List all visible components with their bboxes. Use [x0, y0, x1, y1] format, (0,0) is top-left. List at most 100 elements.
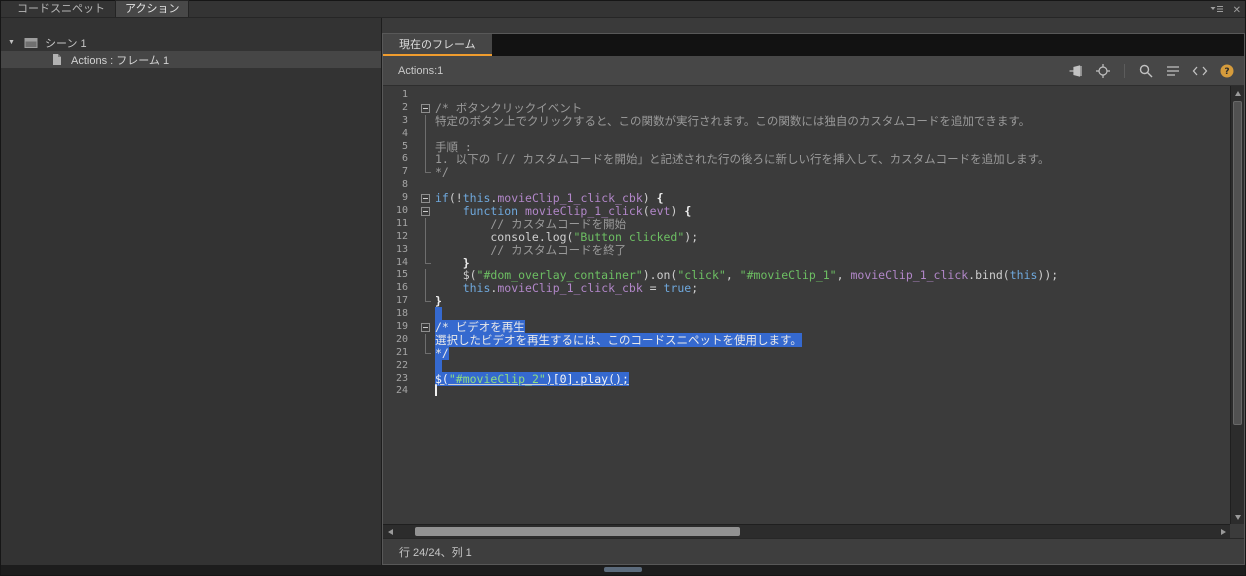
target-icon[interactable]	[1095, 63, 1111, 79]
fold-gutter	[417, 385, 435, 398]
line-number: 1	[401, 89, 408, 100]
code-area[interactable]: 1 2/* ボタンクリックイベント 3 特定のボタン上でクリックすると、この関数が実行…	[383, 86, 1230, 524]
close-icon[interactable]: ✕	[1233, 5, 1241, 17]
horizontal-scroll-thumb[interactable]	[415, 527, 740, 536]
line-number: 18	[395, 308, 408, 320]
line-number: 16	[395, 282, 408, 294]
tab-actions[interactable]: アクション	[115, 0, 190, 17]
line-number: 21	[395, 346, 408, 358]
format-icon[interactable]	[1165, 63, 1181, 79]
code-line[interactable]: 6 1. 以下の「// カスタムコードを開始」と記述された行の後ろに新しい行を挿入…	[389, 153, 1230, 167]
code-line[interactable]: 3 特定のボタン上でクリックすると、この関数が実行されます。この関数には独自のカス…	[389, 114, 1230, 128]
svg-text:?: ?	[1224, 67, 1229, 77]
tree-item-actions-frame[interactable]: Actions : フレーム 1	[1, 51, 381, 68]
fold-gutter	[417, 282, 435, 296]
fold-gutter	[417, 140, 435, 154]
code-lines: 1 2/* ボタンクリックイベント 3 特定のボタン上でクリックすると、この関数が実行…	[389, 89, 1230, 398]
text-cursor	[435, 385, 437, 397]
scroll-down-arrow[interactable]	[1231, 510, 1245, 524]
line-number: 9	[401, 192, 408, 204]
code-editor[interactable]: 1 2/* ボタンクリックイベント 3 特定のボタン上でクリックすると、この関数が実行…	[383, 86, 1244, 538]
scroll-up-arrow[interactable]	[1231, 86, 1245, 100]
fold-gutter	[417, 166, 435, 179]
line-number: 12	[395, 230, 408, 242]
fold-gutter	[417, 153, 435, 167]
fold-gutter	[417, 217, 435, 231]
help-icon[interactable]: ?	[1219, 63, 1235, 79]
expander-icon[interactable]: ▼	[8, 39, 17, 46]
tab-current-frame[interactable]: 現在のフレーム	[383, 34, 492, 56]
line-number: 15	[395, 269, 408, 281]
tab-code-snippets[interactable]: コードスニペット	[7, 0, 115, 17]
fold-toggle-icon[interactable]	[417, 321, 435, 334]
scene-icon	[23, 35, 39, 51]
line-number: 23	[395, 372, 408, 384]
horizontal-scroll-track[interactable]	[397, 525, 1216, 538]
toolbar-divider	[1124, 63, 1125, 78]
fold-gutter	[417, 256, 435, 270]
line-number: 17	[395, 295, 408, 307]
line-number: 14	[395, 256, 408, 268]
fold-gutter	[417, 333, 435, 347]
fold-gutter	[417, 114, 435, 128]
fold-gutter	[417, 373, 435, 386]
fold-gutter	[417, 295, 435, 308]
fold-toggle-icon[interactable]	[417, 205, 435, 218]
frame-tabbar: 現在のフレーム	[383, 34, 1244, 56]
vertical-scrollbar[interactable]	[1230, 86, 1244, 524]
actions-target-label: Actions:1	[398, 64, 444, 77]
fold-gutter	[417, 179, 435, 192]
panel-menu-icon[interactable]	[1210, 3, 1226, 19]
fold-gutter	[417, 346, 435, 360]
line-number: 2	[401, 101, 408, 113]
code-line[interactable]: 20 選択したビデオを再生するには、このコードスニペットを使用します。	[389, 332, 1230, 347]
line-number: 24	[395, 385, 408, 397]
fold-toggle-icon[interactable]	[417, 192, 435, 205]
line-number: 8	[401, 179, 408, 191]
line-number: 13	[395, 243, 408, 255]
code-line[interactable]: 16 this.movieClip_1_click_cbk = true;	[389, 282, 1230, 296]
editor-header: Actions:1 ?	[383, 56, 1244, 86]
line-number: 7	[401, 166, 408, 178]
fold-gutter	[417, 308, 435, 321]
tree-item-scene[interactable]: ▼ シーン 1	[1, 34, 381, 51]
line-number: 22	[395, 359, 408, 371]
search-icon[interactable]	[1138, 63, 1154, 79]
panel-spacer	[382, 18, 1245, 33]
cursor-position-status: 行 24/24、列 1	[399, 546, 472, 559]
fold-gutter	[417, 269, 435, 283]
code-line[interactable]: 21 */	[389, 345, 1230, 360]
fold-gutter	[417, 360, 435, 373]
line-number: 3	[401, 114, 408, 126]
panel-tabbar: コードスニペット アクション ✕	[1, 0, 1245, 19]
line-number: 19	[395, 321, 408, 333]
code-line[interactable]: 7 */	[389, 166, 1230, 179]
code-line[interactable]: 24	[389, 385, 1230, 398]
fold-gutter	[417, 243, 435, 257]
fold-gutter	[417, 89, 435, 102]
script-navigator-panel: ▼ シーン 1 Actions : フレーム 1	[1, 18, 382, 565]
mini-scrollbar-thumb[interactable]	[604, 567, 642, 572]
code-brackets-icon[interactable]	[1192, 63, 1208, 79]
scene-label: シーン 1	[45, 37, 87, 50]
fold-toggle-icon[interactable]	[417, 102, 435, 115]
line-number: 4	[401, 127, 408, 139]
code-line[interactable]: 13 // カスタムコードを終了	[389, 243, 1230, 257]
actions-editor-panel: 現在のフレーム Actions:1 ? 1 2 /* ボタンクリックイベント 3…	[382, 18, 1245, 565]
fold-gutter	[417, 127, 435, 141]
vertical-scroll-thumb[interactable]	[1233, 101, 1242, 426]
frame-label: Actions : フレーム 1	[71, 54, 170, 67]
horizontal-scrollbar[interactable]	[383, 524, 1230, 538]
code-line[interactable]: 4	[389, 127, 1230, 141]
line-number: 20	[395, 333, 408, 345]
pin-icon[interactable]	[1068, 63, 1084, 79]
editor-toolbar: ?	[1068, 63, 1235, 79]
code-line[interactable]: 17}	[389, 295, 1230, 308]
scroll-right-arrow[interactable]	[1216, 525, 1230, 539]
scroll-left-arrow[interactable]	[383, 525, 397, 539]
script-document-icon	[49, 52, 65, 68]
code-line[interactable]: 23 $("#movieClip_2")[0].play();	[389, 371, 1230, 386]
line-number: 5	[401, 140, 408, 152]
actions-panel-window: コードスニペット アクション ✕ ▼ シーン 1 Actions : フレーム …	[0, 0, 1246, 576]
editor-statusbar: 行 24/24、列 1	[383, 538, 1244, 564]
